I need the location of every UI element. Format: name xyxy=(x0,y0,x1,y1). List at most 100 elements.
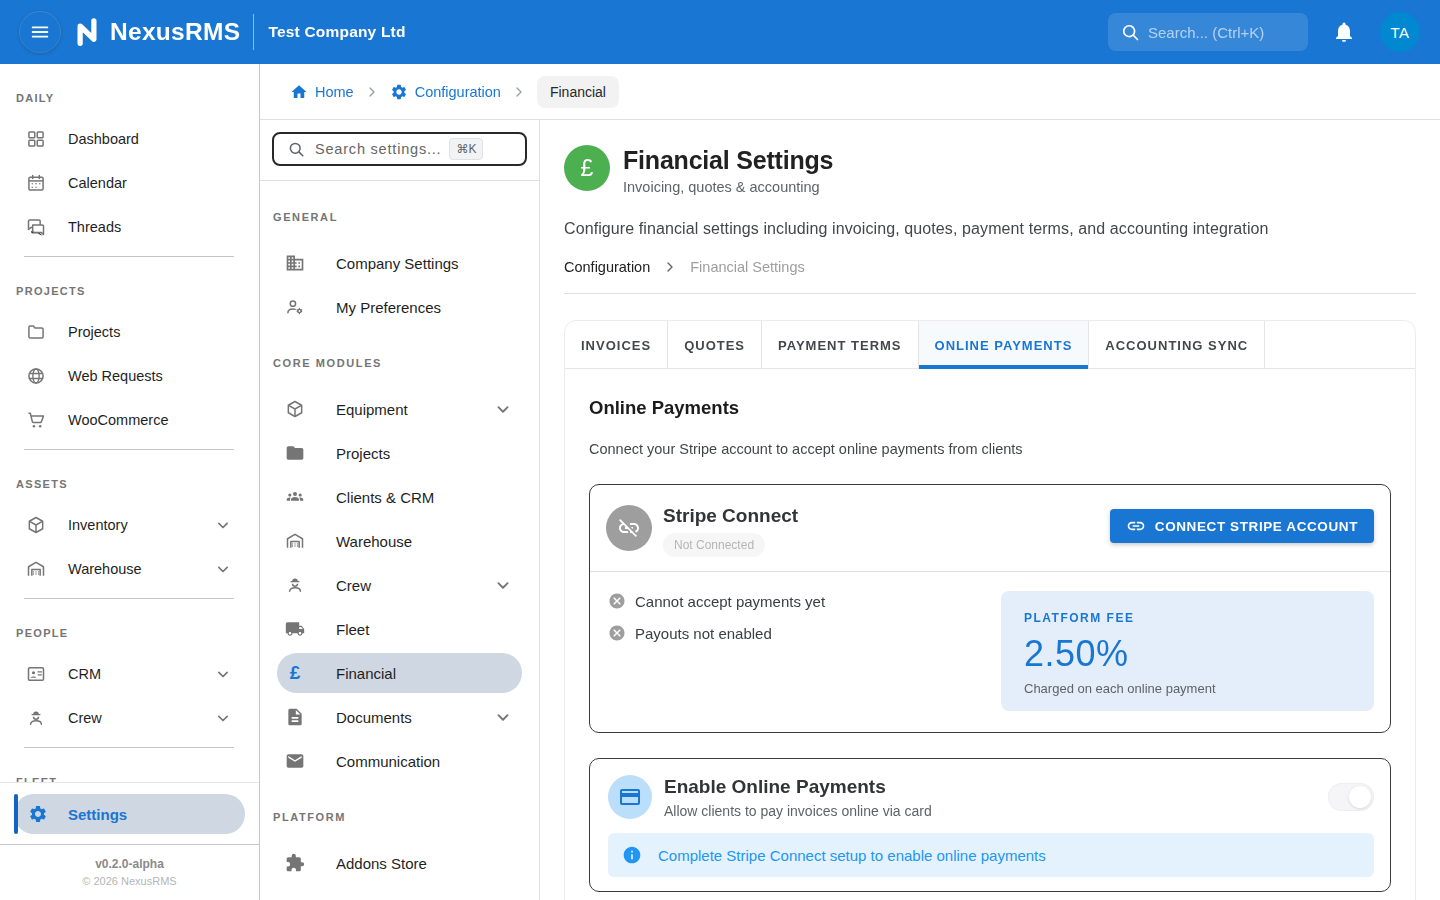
settings-nav-my-preferences[interactable]: My Preferences xyxy=(277,287,522,327)
chevron-down-icon xyxy=(213,515,233,535)
threads-icon xyxy=(26,217,46,237)
hamburger-icon xyxy=(29,21,51,43)
chevron-down-icon xyxy=(492,706,514,728)
settings-nav-projects[interactable]: Projects xyxy=(277,433,522,473)
main-content: £ Financial Settings Invoicing, quotes &… xyxy=(540,120,1440,900)
tab-invoices[interactable]: INVOICES xyxy=(565,321,668,369)
page-breadcrumb-parent[interactable]: Configuration xyxy=(564,259,650,275)
puzzle-icon xyxy=(285,853,305,873)
section-label-projects: PROJECTS xyxy=(0,281,259,301)
header-divider xyxy=(564,293,1416,294)
people-group-icon xyxy=(285,487,305,507)
user-avatar[interactable]: TA xyxy=(1380,12,1420,52)
truck-icon xyxy=(285,619,305,639)
tab-accounting-sync[interactable]: ACCOUNTING SYNC xyxy=(1089,321,1265,369)
page-title: Financial Settings xyxy=(623,145,833,175)
page-subtitle: Invoicing, quotes & accounting xyxy=(623,179,833,195)
sidebar-footer-divider xyxy=(0,844,259,845)
global-search-placeholder: Search... (Ctrl+K) xyxy=(1148,24,1264,41)
platform-fee-caption: Charged on each online payment xyxy=(1024,681,1351,696)
section-label-fleet: FLEET xyxy=(0,772,259,782)
sidebar-item-warehouse[interactable]: Warehouse xyxy=(0,547,259,591)
settings-nav-warehouse[interactable]: Warehouse xyxy=(277,521,522,561)
group-label-platform: PLATFORM xyxy=(260,807,539,827)
status-row-payouts: Payouts not enabled xyxy=(608,621,1001,645)
box-icon xyxy=(285,399,305,419)
group-label-general: GENERAL xyxy=(260,207,539,227)
connect-stripe-button[interactable]: CONNECT STRIPE ACCOUNT xyxy=(1110,509,1374,543)
page-breadcrumb: Configuration Financial Settings xyxy=(564,259,1416,275)
building-icon xyxy=(285,253,305,273)
settings-nav-fleet[interactable]: Fleet xyxy=(277,609,522,649)
global-search[interactable]: Search... (Ctrl+K) xyxy=(1108,13,1308,51)
stripe-status-badge: Not Connected xyxy=(663,533,765,557)
section-heading: Online Payments xyxy=(589,397,1391,419)
sidebar-item-dashboard[interactable]: Dashboard xyxy=(0,117,259,161)
envelope-icon xyxy=(285,751,305,771)
section-label-assets: ASSETS xyxy=(0,474,259,494)
settings-nav-crew[interactable]: Crew xyxy=(277,565,522,605)
engineer-icon xyxy=(26,708,46,728)
settings-nav-communication[interactable]: Communication xyxy=(277,741,522,781)
link-off-icon xyxy=(617,516,641,540)
warehouse-icon xyxy=(26,559,46,579)
sidebar-item-projects[interactable]: Projects xyxy=(0,310,259,354)
person-gear-icon xyxy=(285,297,305,317)
sidebar-item-woocommerce[interactable]: WooCommerce xyxy=(0,398,259,442)
notifications-button[interactable] xyxy=(1322,10,1366,54)
brand-name: NexusRMS xyxy=(110,18,240,46)
settings-nav-addons-store[interactable]: Addons Store xyxy=(277,843,522,883)
enable-subtitle: Allow clients to pay invoices online via… xyxy=(664,803,932,819)
section-description: Connect your Stripe account to accept on… xyxy=(589,439,1391,459)
settings-nav-clients-crm[interactable]: Clients & CRM xyxy=(277,477,522,517)
gear-icon xyxy=(390,83,408,101)
breadcrumb-home[interactable]: Home xyxy=(290,83,354,101)
sidebar-item-web-requests[interactable]: Web Requests xyxy=(0,354,259,398)
sidebar-item-inventory[interactable]: Inventory xyxy=(0,503,259,547)
sidebar-item-settings[interactable]: Settings xyxy=(14,794,245,834)
settings-card: INVOICES QUOTES PAYMENT TERMS ONLINE PAY… xyxy=(564,320,1416,900)
stripe-title: Stripe Connect xyxy=(663,504,798,527)
search-icon xyxy=(1120,22,1140,42)
credit-card-icon xyxy=(618,785,642,809)
contact-card-icon xyxy=(26,664,46,684)
home-icon xyxy=(290,83,308,101)
cart-icon xyxy=(26,410,46,430)
chevron-down-icon xyxy=(492,398,514,420)
settings-nav: Search settings... ⌘K GENERAL Company Se… xyxy=(260,120,540,900)
enable-payments-toggle[interactable] xyxy=(1328,783,1374,811)
platform-fee-label: PLATFORM FEE xyxy=(1024,611,1351,625)
settings-nav-company-settings[interactable]: Company Settings xyxy=(277,243,522,283)
topbar-divider xyxy=(253,14,254,50)
chevron-right-icon xyxy=(364,84,380,100)
group-label-core-modules: CORE MODULES xyxy=(260,353,539,373)
sidebar-item-calendar[interactable]: Calendar xyxy=(0,161,259,205)
platform-fee-panel: PLATFORM FEE 2.50% Charged on each onlin… xyxy=(1001,591,1374,711)
sidebar-item-crew[interactable]: Crew xyxy=(0,696,259,740)
breadcrumb-current: Financial xyxy=(537,76,619,108)
settings-search-input[interactable]: Search settings... ⌘K xyxy=(272,132,527,166)
tab-bar: INVOICES QUOTES PAYMENT TERMS ONLINE PAY… xyxy=(565,321,1415,369)
tab-quotes[interactable]: QUOTES xyxy=(668,321,762,369)
enable-payments-card: Enable Online Payments Allow clients to … xyxy=(589,758,1391,892)
status-row-payments: Cannot accept payments yet xyxy=(608,589,1001,613)
menu-button[interactable] xyxy=(20,12,60,52)
platform-fee-value: 2.50% xyxy=(1024,637,1351,671)
sidebar-item-crm[interactable]: CRM xyxy=(0,652,259,696)
settings-nav-documents[interactable]: Documents xyxy=(277,697,522,737)
chevron-down-icon xyxy=(213,664,233,684)
settings-nav-equipment[interactable]: Equipment xyxy=(277,389,522,429)
section-label-daily: DAILY xyxy=(0,88,259,108)
tab-payment-terms[interactable]: PAYMENT TERMS xyxy=(762,321,919,369)
engineer-icon xyxy=(285,575,305,595)
main-sidebar: DAILY Dashboard Calendar Threads PROJECT… xyxy=(0,64,260,900)
breadcrumb-configuration[interactable]: Configuration xyxy=(390,83,501,101)
sidebar-item-threads[interactable]: Threads xyxy=(0,205,259,249)
info-icon xyxy=(622,845,642,865)
tab-online-payments[interactable]: ONLINE PAYMENTS xyxy=(919,321,1090,369)
app-version: v0.2.0-alpha xyxy=(0,857,259,871)
settings-search-placeholder: Search settings... xyxy=(315,141,441,157)
settings-nav-financial[interactable]: £Financial xyxy=(277,653,522,693)
breadcrumb: Home Configuration Financial xyxy=(260,64,1440,120)
warehouse-icon xyxy=(285,531,305,551)
